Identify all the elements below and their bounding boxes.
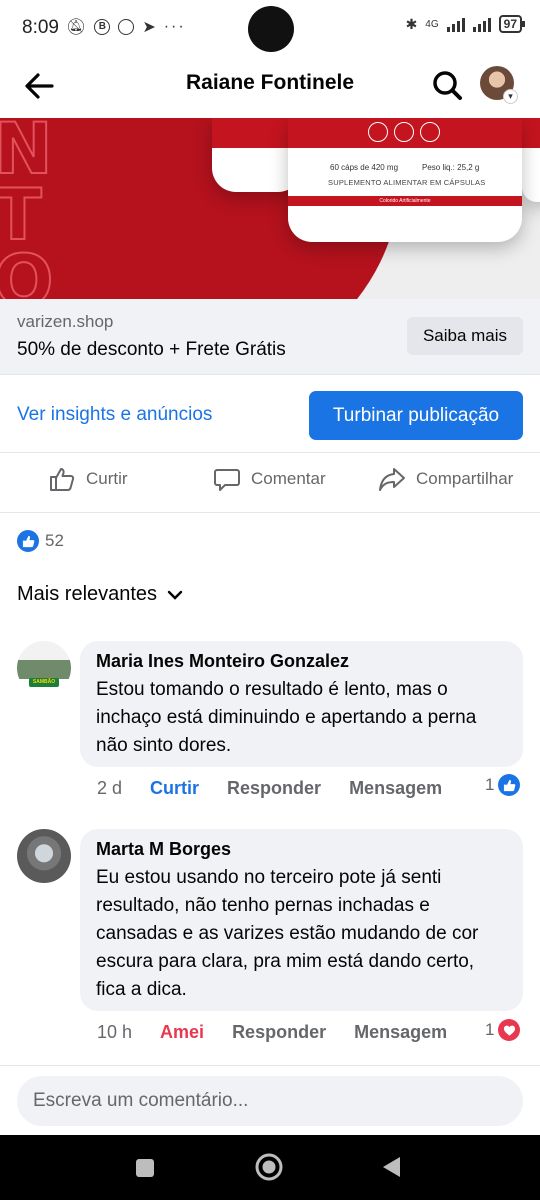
ad-image[interactable]: N T O 60 cáps de 420 mg Peso liq.: 25,2 … [0, 118, 540, 299]
camera-cutout [248, 6, 294, 52]
thumbs-up-icon [50, 468, 75, 491]
comment-message-button[interactable]: Mensagem [354, 1022, 447, 1043]
product-badge-icons [368, 122, 440, 142]
bluetooth-icon: ✱ [405, 15, 418, 32]
comment-meta: 2 d Curtir Responder Mensagem [97, 778, 470, 799]
chevron-down-icon [167, 590, 183, 600]
commenter-avatar[interactable] [17, 829, 71, 883]
divider [0, 512, 540, 513]
comment-label: Comentar [251, 469, 326, 488]
comment-bubble[interactable]: Maria Ines Monteiro Gonzalez Estou toman… [80, 641, 523, 767]
heart-icon [498, 1019, 521, 1041]
commenter-avatar[interactable]: SAMBÃO [17, 641, 71, 695]
back-triangle-icon [383, 1157, 400, 1177]
battery-icon: 97 [498, 15, 526, 33]
home-button[interactable] [254, 1152, 284, 1187]
product-flavor: Colorido Artificialmente [288, 196, 522, 206]
like-reaction-icon [17, 530, 39, 552]
app-header: Raiane Fontinele ▾ [0, 58, 540, 118]
signal-2-icon [472, 16, 491, 32]
telegram-icon: ➤ [142, 19, 156, 36]
comment-time[interactable]: 2 d [97, 778, 122, 799]
search-button[interactable] [428, 66, 468, 106]
comment-bubble-icon [214, 469, 240, 491]
share-arrow-icon [379, 468, 405, 491]
comment-sort-dropdown[interactable]: Mais relevantes [17, 583, 183, 606]
comment-bubble[interactable]: Marta M Borges Eu estou usando no tercei… [80, 829, 523, 1011]
status-time: 8:09 [22, 17, 59, 38]
chevron-down-icon: ▾ [503, 89, 518, 104]
reaction-summary[interactable]: 52 [17, 530, 64, 552]
comment-reaction-number: 1 [485, 1020, 495, 1039]
comment-reaction-count[interactable]: 1 [485, 774, 521, 796]
avatar-badge: SAMBÃO [29, 678, 59, 687]
comment-message-button[interactable]: Mensagem [349, 778, 442, 799]
comment-composer-bar [0, 1065, 540, 1135]
comment-author[interactable]: Maria Ines Monteiro Gonzalez [96, 651, 507, 672]
product-weight: Peso liq.: 25,2 g [422, 163, 480, 172]
comment-input[interactable] [17, 1076, 523, 1126]
comment-reaction-count[interactable]: 1 [485, 1019, 521, 1041]
ad-domain: varizen.shop [17, 312, 114, 331]
learn-more-button[interactable]: Saiba mais [407, 317, 523, 355]
ad-decor-letter: O [0, 240, 55, 299]
comment-meta: 10 h Amei Responder Mensagem [97, 1022, 475, 1043]
b-badge-icon: B [94, 19, 111, 35]
reaction-count: 52 [45, 531, 64, 550]
comment-love-button[interactable]: Amei [160, 1022, 204, 1043]
comment-text: Estou tomando o resultado é lento, mas o… [96, 679, 477, 756]
comment-time[interactable]: 10 h [97, 1022, 132, 1043]
product-jar: 60 cáps de 420 mg Peso liq.: 25,2 g SUPL… [288, 118, 522, 242]
search-icon [433, 71, 462, 100]
like-button[interactable]: Curtir [48, 465, 128, 493]
sort-label: Mais relevantes [17, 583, 158, 605]
recents-button[interactable] [134, 1157, 156, 1184]
share-label: Compartilhar [416, 469, 514, 488]
comment-reply-button[interactable]: Responder [232, 1022, 326, 1043]
home-circle-icon [255, 1153, 283, 1181]
mute-bell-icon: 🔕︎ [66, 19, 87, 36]
like-label: Curtir [86, 469, 128, 488]
product-caps: 60 cáps de 420 mg [330, 163, 399, 172]
comment-author[interactable]: Marta M Borges [96, 839, 507, 860]
notification-icons: 🔕︎ B ➤ ··· [66, 17, 186, 37]
recents-square-icon [136, 1159, 154, 1177]
status-bar: 8:09 🔕︎ B ➤ ··· ✱ 4G 97 [0, 0, 540, 58]
system-icons: ✱ 4G 97 [405, 15, 526, 33]
more-dots-icon: ··· [163, 18, 186, 35]
share-button[interactable]: Compartilhar [378, 465, 513, 493]
comment-text: Eu estou usando no terceiro pote já sent… [96, 867, 479, 1000]
view-insights-link[interactable]: Ver insights e anúncios [17, 404, 212, 426]
comment-reply-button[interactable]: Responder [227, 778, 321, 799]
profile-switcher-avatar[interactable]: ▾ [480, 66, 518, 104]
nav-back-button[interactable] [380, 1155, 404, 1184]
network-type: 4G [425, 18, 439, 30]
ad-headline: 50% de desconto + Frete Grátis [17, 339, 286, 360]
divider [0, 452, 540, 453]
ad-link-bar[interactable]: varizen.shop 50% de desconto + Frete Grá… [0, 299, 540, 375]
whatsapp-icon [118, 19, 135, 35]
like-icon [498, 774, 521, 796]
product-type: SUPLEMENTO ALIMENTAR EM CÁPSULAS [328, 178, 486, 187]
comment-like-button[interactable]: Curtir [150, 778, 199, 799]
system-nav-bar [0, 1135, 540, 1200]
boost-post-button[interactable]: Turbinar publicação [309, 391, 523, 440]
comment-reaction-number: 1 [485, 775, 495, 794]
signal-icon [446, 16, 465, 32]
comment-button[interactable]: Comentar [213, 465, 326, 493]
product-jar-back [522, 118, 540, 202]
